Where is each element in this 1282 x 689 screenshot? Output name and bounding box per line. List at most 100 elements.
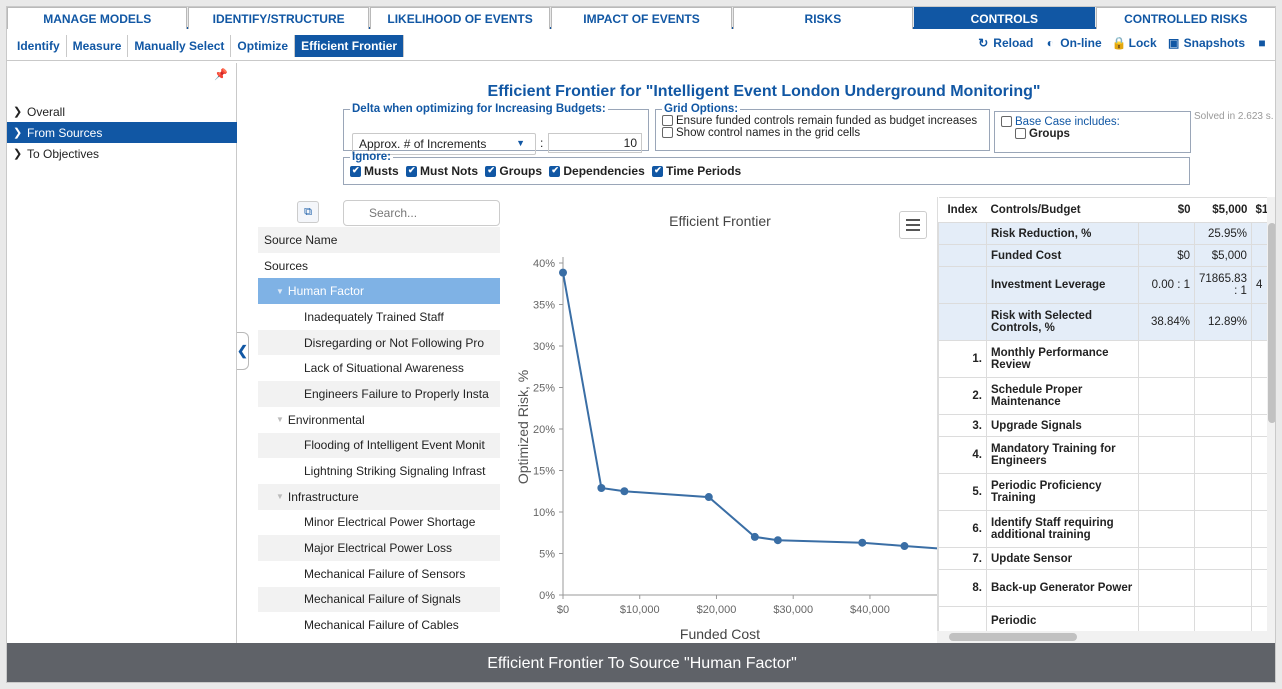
snapshots-label: Snapshots — [1183, 36, 1245, 50]
pin-icon[interactable]: 📌 — [214, 68, 228, 81]
toolbar-actions: ↻ Reload ◐ On-line 🔒 Lock ▣ Snapshots ■ — [976, 36, 1269, 50]
table-header-row: Index Controls/Budget $0 $5,000 $1 — [938, 197, 1273, 223]
checkbox[interactable] — [485, 165, 497, 178]
chart-menu-button[interactable] — [899, 211, 927, 239]
x-tick-label: $40,000 — [850, 604, 890, 616]
nav-to-objectives[interactable]: ❯ To Objectives — [7, 143, 237, 164]
page-title: Efficient Frontier for "Intelligent Even… — [487, 83, 1041, 100]
table-row[interactable]: 4. Mandatory Training for Engineers — [938, 436, 1273, 474]
copy-icon[interactable]: ⧉ — [297, 201, 319, 223]
tree-row-label: Inadequately Trained Staff — [304, 309, 444, 324]
tree-row-label: Mechanical Failure of Signals — [304, 592, 461, 607]
tree-row[interactable]: Lack of Situational Awareness — [258, 355, 500, 381]
tree-row[interactable]: Disregarding or Not Following Pro — [258, 329, 500, 356]
tab-impact-of-events[interactable]: IMPACT OF EVENTS — [551, 7, 732, 29]
menu-icon — [906, 229, 920, 231]
base-case-groups[interactable]: Groups — [1001, 128, 1184, 140]
tree-row[interactable]: Lightning Striking Signaling Infrast — [258, 458, 500, 484]
nav-label: Overall — [27, 104, 66, 119]
delta-legend: Delta when optimizing for Increasing Bud… — [352, 103, 606, 115]
frontier-line — [562, 272, 940, 550]
tree-row[interactable]: Flooding of Intelligent Event Monit — [258, 432, 500, 459]
tab-manage-models[interactable]: MANAGE MODELS — [7, 7, 188, 29]
tab-likelihood-of-events[interactable]: LIKELIHOOD OF EVENTS — [369, 7, 551, 29]
ignore-time-periods: Time Periods — [666, 164, 742, 178]
colon-separator: : — [540, 136, 544, 150]
tree-row[interactable]: Mechanical Failure of Sensors — [258, 561, 500, 587]
delta-options: Delta when optimizing for Increasing Bud… — [343, 103, 649, 155]
base-case-toggle[interactable]: Base Case includes: — [1001, 116, 1184, 128]
subtab-manually-select[interactable]: Manually Select — [128, 34, 232, 57]
online-toggle[interactable]: ◐ On-line — [1043, 36, 1102, 50]
checkbox[interactable] — [1015, 128, 1026, 140]
tree-row[interactable]: Sources — [258, 253, 500, 279]
tree-row[interactable]: Major Electrical Power Loss — [258, 535, 500, 561]
increment-mode-value: Approx. # of Increments — [359, 137, 487, 151]
tab-risks[interactable]: RISKS — [732, 7, 914, 29]
checkbox[interactable] — [1001, 116, 1012, 128]
table-horizontal-scrollbar[interactable] — [937, 631, 1267, 643]
toggle-icon: ◐ — [1046, 36, 1054, 50]
ignore-row: Musts Must Nots Groups Dependencies Time… — [350, 164, 1183, 178]
search-input[interactable]: Search... — [343, 200, 500, 226]
tab-identify-structure[interactable]: IDENTIFY/STRUCTURE — [188, 7, 369, 29]
chart-series — [559, 268, 940, 551]
scroll-thumb[interactable] — [1268, 223, 1275, 423]
lock-label: Lock — [1128, 36, 1157, 50]
checkbox[interactable] — [662, 115, 673, 127]
grid-option-2[interactable]: Show control names in the grid cells — [662, 127, 983, 139]
table-row[interactable]: 1. Monthly Performance Review — [938, 340, 1273, 378]
collapse-panel-button[interactable]: ❮ — [237, 332, 249, 370]
subtab-identify[interactable]: Identify — [11, 34, 67, 57]
nav-overall[interactable]: ❯ Overall — [7, 101, 237, 122]
scroll-thumb[interactable] — [949, 633, 1077, 641]
table-row[interactable]: 2. Schedule Proper Maintenance — [938, 377, 1273, 415]
table-vertical-scrollbar[interactable] — [1267, 197, 1275, 643]
app-frame: MANAGE MODELS IDENTIFY/STRUCTURE LIKELIH… — [6, 6, 1276, 683]
efficient-frontier-chart: Efficient Frontier Funded Cost Optimized… — [501, 197, 940, 643]
snapshots-button[interactable]: ▣ Snapshots — [1167, 36, 1245, 50]
chart-title: Efficient Frontier — [669, 213, 771, 229]
tree-row[interactable]: Mechanical Failure of Cables — [258, 612, 500, 638]
checkbox[interactable] — [662, 127, 673, 139]
tree-row-label: Lightning Striking Signaling Infrast — [304, 464, 486, 479]
control-name: Back-up Generator Power — [986, 569, 1139, 607]
tree-row[interactable]: ▼ Human Factor — [258, 278, 500, 305]
cell: 0.00 : 1 — [1138, 266, 1195, 304]
subtab-optimize[interactable]: Optimize — [231, 34, 296, 57]
checkbox[interactable] — [652, 165, 664, 178]
checkbox[interactable] — [350, 165, 361, 178]
tree-row[interactable]: Mechanical Failure of Signals — [258, 586, 500, 613]
table-row[interactable]: 6. Identify Staff requiring additional tr… — [938, 510, 1273, 548]
tree-row[interactable]: Inadequately Trained Staff — [258, 304, 500, 330]
grid-option-1[interactable]: Ensure funded controls remain funded as … — [662, 115, 983, 127]
tab-controlled-risks[interactable]: CONTROLLED RISKS — [1095, 7, 1275, 29]
table-row[interactable]: 3. Upgrade Signals — [938, 414, 1273, 437]
expand-triangle-icon: ▼ — [276, 415, 284, 425]
tree-row[interactable]: ▼ Infrastructure — [258, 483, 500, 510]
checkbox[interactable] — [406, 165, 418, 178]
tree-row[interactable]: Engineers Failure to Properly Insta — [258, 381, 500, 407]
increments-input[interactable]: 10 — [548, 133, 642, 153]
nav-from-sources[interactable]: ❯ From Sources — [7, 122, 237, 143]
checkbox[interactable] — [549, 165, 561, 178]
tree-row[interactable]: ▼ Environmental — [258, 407, 500, 433]
tab-controls[interactable]: CONTROLS — [914, 7, 1095, 29]
table-row[interactable]: 8. Back-up Generator Power — [938, 569, 1273, 607]
grid-options: Grid Options: Ensure funded controls rem… — [655, 103, 990, 151]
subtab-measure[interactable]: Measure — [67, 34, 129, 57]
row-name: Funded Cost — [986, 244, 1139, 267]
tree-row[interactable]: Minor Electrical Power Shortage — [258, 510, 500, 536]
y-tick-label: 25% — [533, 383, 555, 395]
camera-icon: ▣ — [1167, 36, 1180, 50]
table-row[interactable]: 5. Periodic Proficiency Training — [938, 473, 1273, 511]
lock-button[interactable]: 🔒 Lock — [1112, 36, 1157, 50]
save-button[interactable]: ■ — [1255, 36, 1269, 50]
row-index: 2. — [938, 377, 987, 415]
reload-button[interactable]: ↻ Reload — [976, 36, 1033, 50]
table-row[interactable]: 7. Update Sensor — [938, 547, 1273, 570]
cell: $5,000 — [1194, 244, 1252, 267]
x-tick-label: $20,000 — [697, 604, 737, 616]
subtab-efficient-frontier[interactable]: Efficient Frontier — [295, 34, 405, 57]
row-index: 3. — [938, 414, 987, 437]
